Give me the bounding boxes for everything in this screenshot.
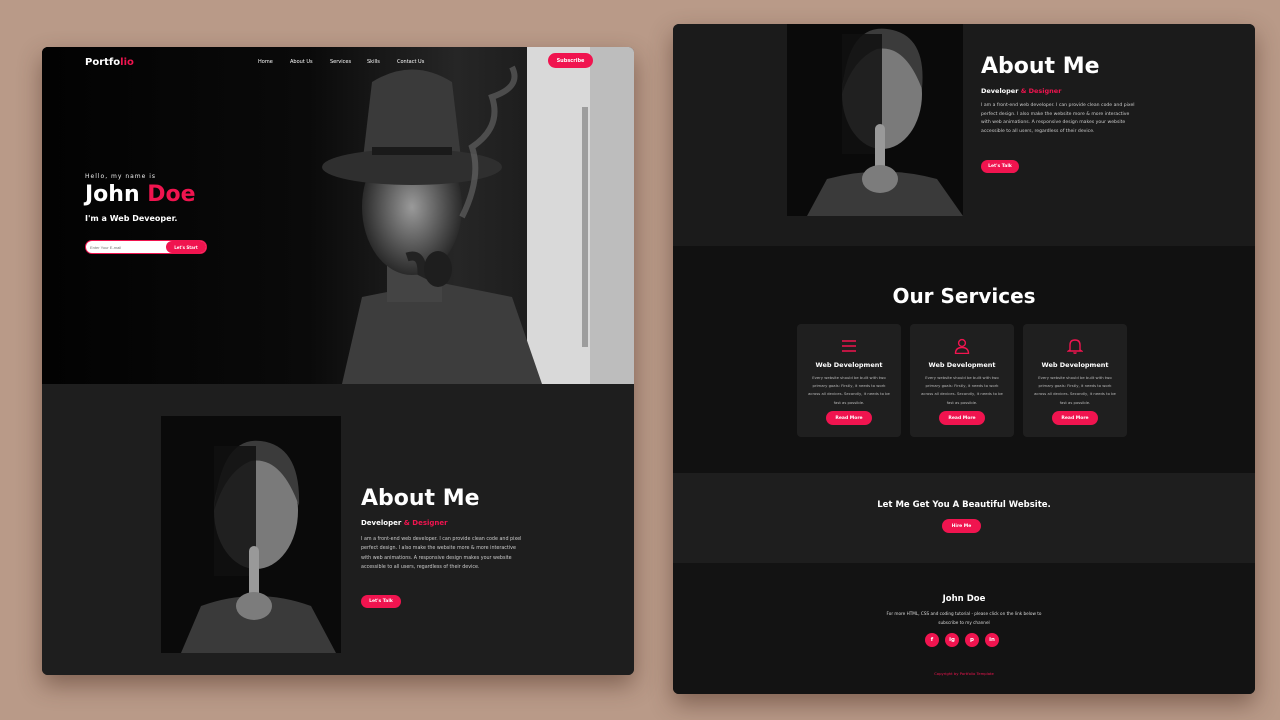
lets-start-button[interactable]: Let's Start xyxy=(166,241,206,253)
nav-link-services[interactable]: Services xyxy=(330,59,351,65)
service-title: Web Development xyxy=(928,361,996,369)
desktop-preview-right: About Me Developer & Designer I am a fro… xyxy=(673,24,1255,694)
copyright-text: Copyright by Portfolio Template xyxy=(934,671,994,676)
about-subtitle-main: Developer xyxy=(981,87,1019,95)
nav-link-about-us[interactable]: About Us xyxy=(290,59,313,65)
service-description: Every website should be built with two p… xyxy=(921,375,1003,405)
about-description: I am a front-end web developer. I can pr… xyxy=(361,537,522,571)
top-navbar: Portfolio Home About Us Services Skills … xyxy=(42,47,634,77)
service-card: Web Development Every website should be … xyxy=(1023,324,1127,437)
desktop-preview-left: Portfolio Home About Us Services Skills … xyxy=(42,47,634,675)
about-title: About Me xyxy=(361,486,480,511)
email-form: Let's Start xyxy=(85,240,207,254)
service-description: Every website should be built with two p… xyxy=(1034,375,1116,405)
user-icon xyxy=(954,338,970,354)
email-input[interactable] xyxy=(90,243,162,252)
about-subtitle: Developer & Designer xyxy=(981,87,1061,95)
about-photo xyxy=(161,416,341,653)
hero-last-name: Doe xyxy=(147,182,196,207)
about-subtitle-accent: & Designer xyxy=(1020,87,1062,95)
about-photo xyxy=(787,24,963,216)
pinterest-icon[interactable]: p xyxy=(965,633,979,647)
hire-me-button[interactable]: Hire Me xyxy=(942,519,981,533)
linkedin-icon[interactable]: in xyxy=(985,633,999,647)
read-more-button[interactable]: Read More xyxy=(1052,411,1098,425)
cta-section: Let Me Get You A Beautiful Website. Hire… xyxy=(673,473,1255,563)
service-description: Every website should be built with two p… xyxy=(808,375,890,405)
services-title: Our Services xyxy=(892,284,1036,308)
about-description: I am a front-end web developer. I can pr… xyxy=(981,103,1135,135)
services-section: Our Services Web Development Every websi… xyxy=(673,246,1255,473)
hero-greeting: Hello, my name is xyxy=(85,173,157,180)
service-title: Web Development xyxy=(815,361,883,369)
about-subtitle: Developer & Designer xyxy=(361,519,448,527)
logo-text: Portfo xyxy=(85,57,121,68)
hero-role: I'm a Web Deveoper. xyxy=(85,214,178,223)
footer-name: John Doe xyxy=(942,594,986,604)
menu-icon xyxy=(842,340,856,352)
footer-section: John Doe For more HTML, CSS and coding t… xyxy=(673,563,1255,694)
nav-link-skills[interactable]: Skills xyxy=(367,59,380,65)
about-subtitle-accent: & Designer xyxy=(403,519,448,527)
instagram-icon[interactable]: ig xyxy=(945,633,959,647)
nav-link-contact-us[interactable]: Contact Us xyxy=(397,59,424,65)
facebook-icon[interactable]: f xyxy=(925,633,939,647)
service-card: Web Development Every website should be … xyxy=(910,324,1014,437)
logo-accent-text: lio xyxy=(120,57,134,68)
service-card: Web Development Every website should be … xyxy=(797,324,901,437)
logo[interactable]: Portfolio xyxy=(85,57,134,68)
footer-description: For more HTML, CSS and coding tutorial -… xyxy=(886,611,1042,625)
service-title: Web Development xyxy=(1041,361,1109,369)
nav-link-home[interactable]: Home xyxy=(258,59,273,65)
hero-name: John Doe xyxy=(85,182,196,207)
hero-first-name: John xyxy=(85,182,140,207)
about-title: About Me xyxy=(981,54,1100,79)
cta-title: Let Me Get You A Beautiful Website. xyxy=(877,500,1051,510)
subscribe-button[interactable]: Subscribe xyxy=(548,53,593,68)
about-section: About Me Developer & Designer I am a fro… xyxy=(42,384,634,675)
about-section: About Me Developer & Designer I am a fro… xyxy=(673,24,1255,246)
lets-talk-button[interactable]: Let's Talk xyxy=(981,160,1019,173)
read-more-button[interactable]: Read More xyxy=(939,411,985,425)
lets-talk-button[interactable]: Let's Talk xyxy=(361,595,401,608)
about-subtitle-main: Developer xyxy=(361,519,402,527)
bell-icon xyxy=(1067,339,1083,354)
read-more-button[interactable]: Read More xyxy=(826,411,872,425)
hero-section: Portfolio Home About Us Services Skills … xyxy=(42,47,634,384)
